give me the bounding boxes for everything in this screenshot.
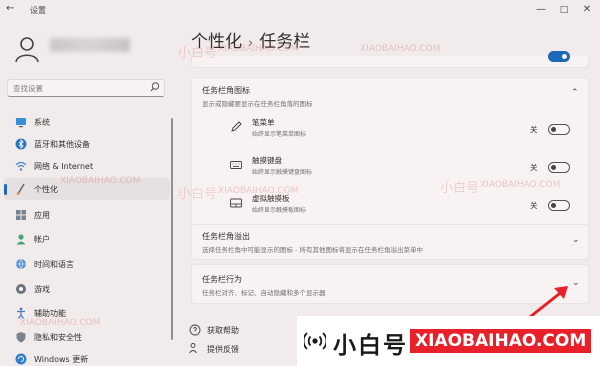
sidebar-item-label: 辅助功能	[34, 309, 66, 318]
sidebar-item-label: 帐户	[34, 235, 50, 244]
brush-icon	[16, 183, 25, 195]
help-icon	[189, 324, 201, 336]
breadcrumb-separator: ›	[248, 36, 254, 51]
sidebar-item-label: 隐私和安全性	[34, 333, 82, 342]
shield-icon	[16, 332, 26, 343]
toggle-state-label: 关	[530, 163, 538, 172]
sidebar-item-label: 时间和语言	[34, 260, 74, 269]
card-title: 任务栏行为	[202, 275, 242, 284]
sidebar-item-label: 网络 & Internet	[34, 162, 94, 171]
card-subtitle: 显示或隐藏要显示在任务栏角落的图标	[202, 100, 313, 108]
breadcrumb-parent[interactable]: 个性化	[191, 32, 242, 52]
chevron-down-icon[interactable]: ⌄	[572, 235, 580, 245]
sidebar-item-privacy[interactable]: 隐私和安全性	[4, 326, 170, 348]
monitor-icon	[16, 118, 26, 128]
corner-overflow-card[interactable]: 任务栏角溢出 选择任务栏角中可能显示的图标 - 所有其他图标将显示在任务栏角溢出…	[191, 224, 589, 260]
search-box[interactable]	[7, 79, 165, 97]
sidebar-item-accounts[interactable]: 帐户	[4, 228, 170, 250]
sidebar-item-label: 个性化	[34, 185, 58, 194]
watermark-banner: 小白号 XIAOBAIHAO.COM	[297, 316, 600, 366]
chevron-up-icon[interactable]: ⌃	[571, 88, 579, 98]
sidebar-item-gaming[interactable]: 游戏	[4, 278, 170, 300]
toggle-state-label: 关	[530, 125, 538, 134]
toggle-pen-menu[interactable]	[548, 124, 570, 135]
toggle-touch-keyboard[interactable]	[548, 162, 570, 173]
row-subtitle-pen: 始终显示笔菜单图标	[252, 131, 307, 138]
account-icon	[16, 234, 26, 245]
gamepad-icon	[16, 284, 26, 294]
get-help-link[interactable]: 获取帮助	[207, 325, 239, 336]
globe-clock-icon	[16, 258, 26, 270]
sidebar-scrollbar[interactable]	[171, 118, 173, 340]
sidebar-item-personalization[interactable]: 个性化	[4, 178, 170, 200]
accessibility-icon	[17, 307, 25, 319]
bluetooth-icon	[15, 138, 27, 150]
card-title: 任务栏角溢出	[202, 232, 250, 241]
chevron-down-icon[interactable]: ⌄	[572, 278, 580, 288]
give-feedback-link[interactable]: 提供反馈	[207, 344, 239, 355]
card-subtitle: 任务栏对齐、标记、自动隐藏和多个显示器	[202, 289, 326, 297]
toggle-virtual-touchpad[interactable]	[548, 200, 570, 211]
watermark-brand-cn: 小白号	[333, 333, 408, 359]
keyboard-icon	[230, 161, 242, 169]
update-icon	[15, 353, 27, 365]
row-title-pen: 笔菜单	[252, 118, 275, 127]
settings-window: ← 设置 — □ ✕ 系统 蓝牙和其他设备 网络 & Int	[0, 0, 600, 366]
network-icon	[15, 161, 27, 171]
card-subtitle: 选择任务栏角中可能显示的图标 - 所有其他图标将显示在任务栏角溢出菜单中	[202, 246, 423, 254]
apps-icon	[16, 210, 26, 220]
watermark-site: XIAOBAIHAO.COM	[410, 329, 592, 353]
sidebar-item-accessibility[interactable]: 辅助功能	[4, 302, 170, 324]
minimize-button[interactable]: —	[530, 2, 552, 18]
sidebar-item-network[interactable]: 网络 & Internet	[4, 155, 170, 177]
row-subtitle-virtual-touchpad: 始终显示触摸板图标	[252, 207, 307, 214]
app-title: 设置	[30, 6, 46, 15]
card-title: 任务栏角图标	[202, 86, 250, 95]
sidebar-item-label: 蓝牙和其他设备	[34, 140, 90, 149]
avatar-icon[interactable]	[12, 34, 42, 64]
row-subtitle-touch-keyboard: 始终显示触摸键盘图标	[252, 169, 313, 176]
user-name-redacted	[50, 38, 130, 52]
row-title-touch-keyboard: 触摸键盘	[252, 156, 282, 165]
radio-waves-icon	[304, 332, 326, 350]
corner-icons-card: 任务栏角图标 显示或隐藏要显示在任务栏角落的图标 ⌃ 笔菜单 始终显示笔菜单图标…	[191, 77, 589, 240]
breadcrumb-current: 任务栏	[259, 32, 311, 52]
close-button[interactable]: ✕	[576, 2, 598, 18]
sidebar-item-label: Windows 更新	[34, 355, 89, 364]
title-bar: ← 设置 — □ ✕	[0, 0, 600, 22]
sidebar-item-label: 系统	[34, 118, 50, 127]
search-input[interactable]	[13, 81, 143, 95]
touchpad-icon	[230, 198, 242, 208]
selection-indicator	[4, 184, 7, 195]
sidebar-item-time-language[interactable]: 时间和语言	[4, 253, 170, 275]
breadcrumb: 个性化 › 任务栏	[191, 27, 310, 52]
sidebar-item-windows-update[interactable]: Windows 更新	[4, 348, 170, 366]
sidebar-item-apps[interactable]: 应用	[4, 204, 170, 226]
toggle-state-label: 关	[530, 201, 538, 210]
search-icon[interactable]	[150, 81, 160, 93]
sidebar: 系统 蓝牙和其他设备 网络 & Internet 个性化 应用 帐户 时间和语言	[0, 22, 172, 366]
back-arrow-icon[interactable]: ←	[6, 3, 14, 14]
toggle-switch-partial[interactable]	[548, 51, 570, 62]
feedback-icon	[189, 343, 197, 354]
sidebar-item-label: 应用	[34, 211, 50, 220]
sidebar-item-bluetooth[interactable]: 蓝牙和其他设备	[4, 133, 170, 155]
sidebar-item-label: 游戏	[34, 285, 50, 294]
row-title-virtual-touchpad: 虚拟触摸板	[252, 194, 290, 203]
maximize-button[interactable]: □	[553, 2, 575, 18]
card-partial-top	[191, 51, 589, 68]
sidebar-item-system[interactable]: 系统	[4, 111, 170, 133]
pen-icon	[231, 121, 242, 132]
